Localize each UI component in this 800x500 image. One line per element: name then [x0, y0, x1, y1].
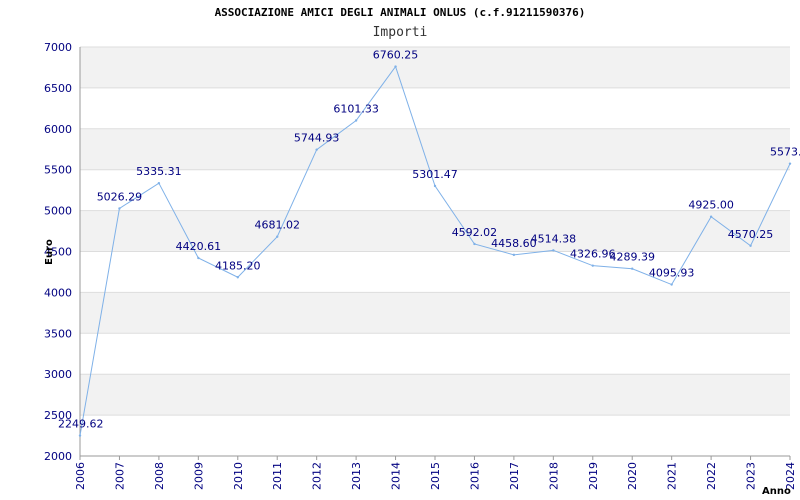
x-tick-label: 2022: [705, 462, 718, 490]
data-point: [433, 184, 437, 188]
data-label: 4570.25: [728, 228, 774, 241]
data-label: 5744.93: [294, 132, 340, 145]
x-tick-label: 2019: [587, 462, 600, 490]
y-tick-label: 5500: [44, 164, 72, 177]
x-tick-label: 2007: [113, 462, 126, 490]
data-point: [552, 249, 555, 252]
x-tick-label: 2011: [271, 462, 284, 490]
chart: ASSOCIAZIONE AMICI DEGLI ANIMALI ONLUS (…: [0, 0, 800, 500]
data-point: [670, 283, 673, 286]
grid-band: [80, 374, 790, 416]
data-point: [512, 253, 516, 257]
data-point: [354, 119, 358, 122]
data-point: [315, 148, 318, 151]
data-label: 4514.38: [531, 232, 577, 245]
y-tick-label: 3000: [44, 368, 72, 381]
x-tick-label: 2013: [350, 462, 363, 490]
grid-band: [80, 128, 790, 170]
data-label: 6760.25: [373, 49, 419, 62]
x-tick-label: 2023: [745, 462, 758, 490]
data-point: [591, 264, 594, 267]
data-point: [118, 207, 121, 210]
x-tick-label: 2017: [508, 462, 521, 490]
data-point: [709, 215, 713, 218]
data-label: 5573.8: [770, 146, 800, 159]
y-tick-label: 5000: [44, 205, 72, 218]
data-label: 4925.00: [688, 199, 734, 212]
grid-band: [80, 292, 790, 334]
y-tick-label: 4000: [44, 286, 72, 299]
x-tick-label: 2008: [153, 462, 166, 490]
plot-area: 2000250030003500400045005000550060006500…: [44, 41, 800, 497]
data-label: 4420.61: [176, 240, 222, 253]
y-tick-label: 6500: [44, 82, 72, 95]
data-label: 5301.47: [412, 168, 458, 181]
data-label: 5026.29: [97, 190, 143, 203]
y-tick-label: 3500: [44, 327, 72, 340]
x-tick-label: 2015: [429, 462, 442, 490]
data-point: [276, 235, 279, 238]
data-point: [788, 162, 792, 165]
data-point: [631, 267, 634, 270]
data-point: [473, 242, 476, 246]
y-tick-label: 2000: [44, 450, 72, 463]
data-point: [749, 244, 752, 247]
y-tick-label: 7000: [44, 41, 72, 54]
data-label: 4095.93: [649, 267, 695, 280]
x-tick-label: 2014: [390, 462, 403, 490]
data-point: [236, 276, 239, 279]
data-label: 2249.62: [58, 418, 104, 431]
data-point: [197, 256, 200, 260]
y-axis-label: Euro: [44, 239, 55, 265]
data-label: 4289.39: [609, 251, 655, 264]
data-point: [394, 65, 397, 68]
x-tick-label: 2012: [311, 462, 324, 490]
x-tick-label: 2018: [547, 462, 560, 490]
data-label: 6101.33: [333, 103, 379, 116]
data-point: [157, 181, 161, 185]
data-label: 4681.02: [254, 219, 300, 232]
data-point: [78, 434, 82, 437]
x-tick-label: 2020: [626, 462, 639, 490]
x-axis-label: Anno: [762, 486, 791, 497]
x-tick-label: 2009: [192, 462, 205, 490]
x-tick-label: 2010: [232, 462, 245, 490]
y-tick-label: 6000: [44, 123, 72, 136]
data-label: 5335.31: [136, 165, 182, 178]
data-label: 4185.20: [215, 259, 261, 272]
x-tick-label: 2006: [74, 462, 87, 490]
grid-band: [80, 47, 790, 88]
x-tick-label: 2021: [666, 462, 679, 490]
x-tick-label: 2016: [468, 462, 481, 490]
